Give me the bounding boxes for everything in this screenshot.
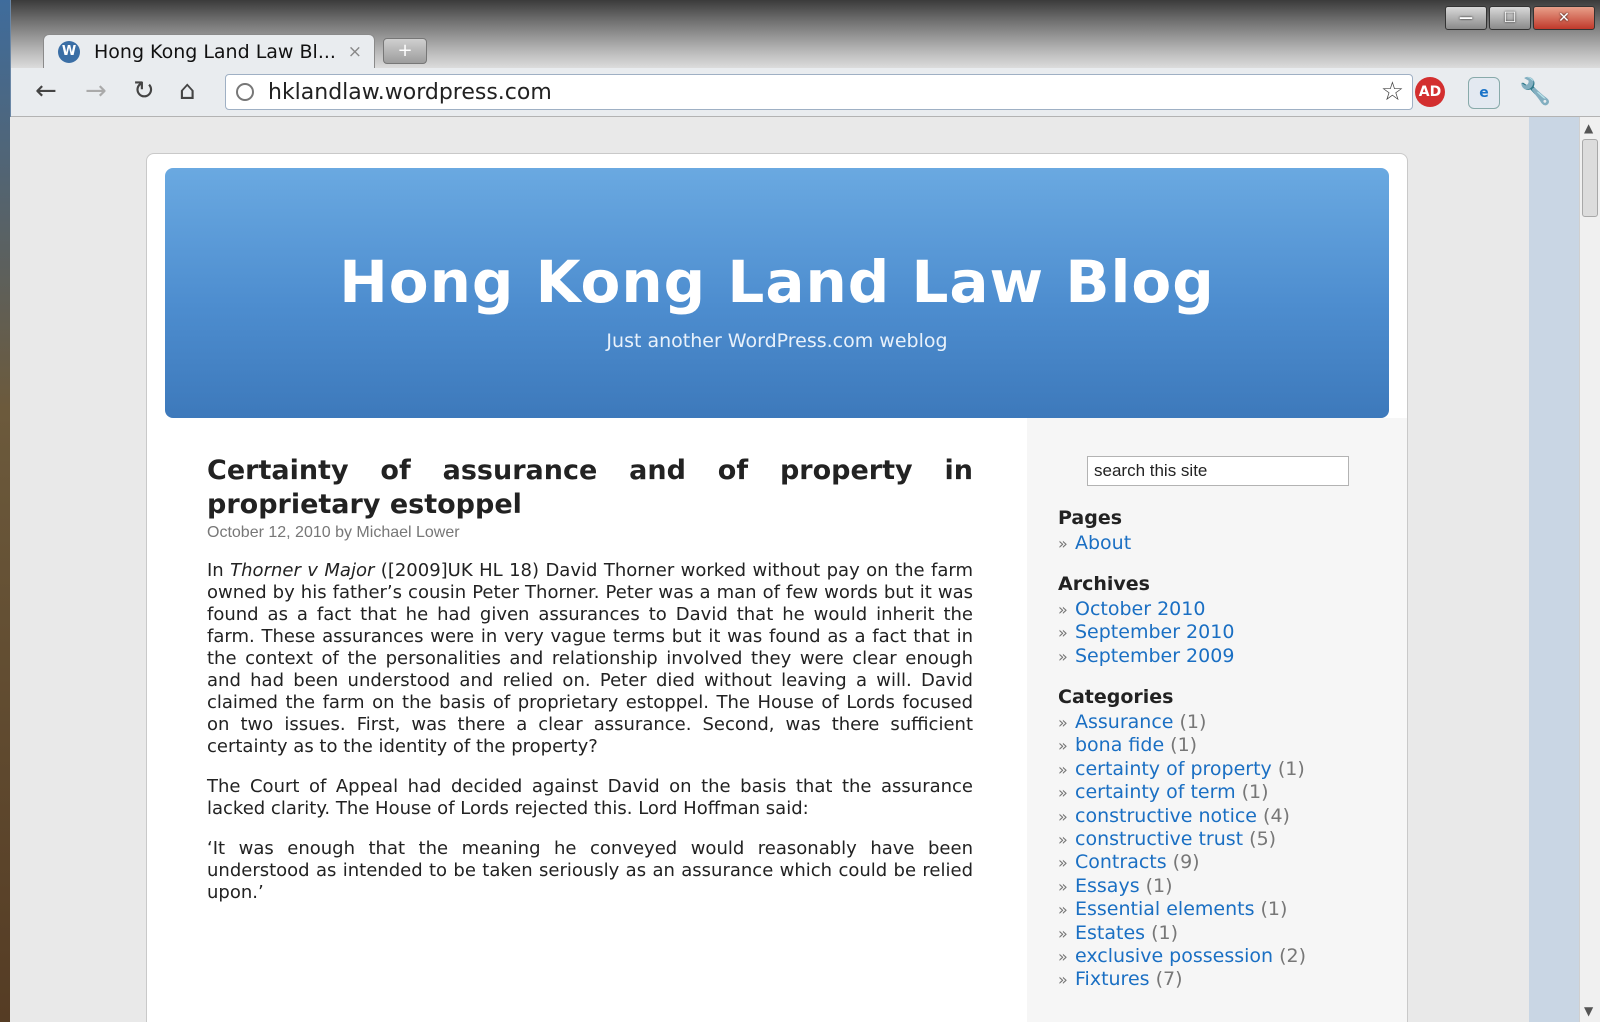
blog-tagline: Just another WordPress.com weblog — [606, 330, 948, 352]
pages-list: About — [1058, 532, 1131, 556]
category-item-link[interactable]: Essential elements — [1075, 898, 1254, 920]
category-item-count: (2) — [1273, 945, 1307, 968]
scroll-down-icon[interactable]: ▼ — [1584, 1004, 1593, 1018]
star-icon[interactable]: ☆ — [1381, 77, 1404, 107]
category-item-link[interactable]: bona fide — [1075, 734, 1164, 756]
category-item-link[interactable]: Fixtures — [1075, 968, 1150, 990]
forward-arrow-icon[interactable]: → — [85, 76, 107, 106]
globe-icon — [236, 83, 254, 101]
category-item-count: (9) — [1166, 851, 1200, 874]
category-item-link[interactable]: Assurance — [1075, 711, 1173, 733]
blog-title[interactable]: Hong Kong Land Law Blog — [165, 248, 1389, 316]
page-item-link[interactable]: About — [1075, 532, 1131, 554]
category-item-count: (7) — [1149, 968, 1183, 991]
category-item-count: (1) — [1254, 898, 1288, 921]
archive-item-link[interactable]: September 2010 — [1075, 621, 1234, 643]
category-item-link[interactable]: Contracts — [1075, 851, 1167, 873]
category-item: Essays (1) — [1058, 874, 1306, 899]
archive-item-link[interactable]: September 2009 — [1075, 645, 1234, 667]
category-item-link[interactable]: constructive notice — [1075, 805, 1257, 827]
category-item: constructive notice (4) — [1058, 804, 1306, 829]
archive-item: September 2009 — [1058, 645, 1234, 669]
archives-heading: Archives — [1058, 573, 1150, 595]
wordpress-icon: W — [58, 41, 80, 63]
post-paragraph-2: The Court of Appeal had decided against … — [207, 776, 973, 819]
sidebar: Pages About Archives October 2010Septemb… — [1027, 418, 1407, 1022]
category-item-link[interactable]: certainty of term — [1075, 781, 1236, 803]
archive-item-link[interactable]: October 2010 — [1075, 598, 1205, 620]
category-item: Contracts (9) — [1058, 851, 1306, 875]
address-bar[interactable]: hklandlaw.wordpress.com ☆ — [225, 74, 1413, 110]
category-item: exclusive possession (2) — [1058, 945, 1307, 969]
category-item-link[interactable]: Estates — [1075, 922, 1145, 944]
category-item-count: (1) — [1139, 874, 1173, 897]
category-item-count: (4) — [1257, 804, 1290, 827]
post-paragraph-3: ‘It was enough that the meaning he conve… — [207, 838, 973, 903]
archives-list: October 2010September 2010September 2009 — [1058, 598, 1234, 669]
category-item-count: (5) — [1243, 828, 1277, 851]
category-item: certainty of term (1) — [1058, 781, 1306, 805]
minimize-button[interactable]: — — [1445, 6, 1487, 30]
pages-heading: Pages — [1058, 507, 1123, 529]
category-item: Estates (1) — [1058, 921, 1306, 946]
close-window-button[interactable]: ✕ — [1533, 6, 1595, 30]
category-item: Essential elements (1) — [1058, 898, 1306, 922]
wrench-icon[interactable]: 🔧 — [1519, 77, 1551, 107]
tab-title: Hong Kong Land Law Bl... — [94, 41, 336, 63]
adblock-icon[interactable]: AD — [1415, 77, 1445, 107]
blog-header: Hong Kong Land Law Blog Just another Wor… — [165, 168, 1389, 418]
category-item-count: (1) — [1173, 711, 1207, 733]
categories-heading: Categories — [1058, 686, 1174, 708]
maximize-button[interactable]: ☐ — [1489, 6, 1531, 30]
tab-close-icon[interactable]: × — [348, 42, 362, 62]
category-item-count: (1) — [1235, 781, 1269, 804]
category-item: certainty of property (1) — [1058, 757, 1306, 782]
tab-active[interactable]: W Hong Kong Land Law Bl... × — [43, 34, 375, 69]
category-item-count: (1) — [1164, 734, 1198, 757]
ie-tab-icon[interactable]: e — [1468, 77, 1500, 109]
category-item: Fixtures (7) — [1058, 968, 1306, 992]
scroll-up-icon[interactable]: ▲ — [1584, 121, 1593, 135]
blog-page: Hong Kong Land Law Blog Just another Wor… — [146, 153, 1408, 1022]
case-name: Thorner v Major — [230, 560, 375, 581]
archive-item: October 2010 — [1058, 598, 1234, 622]
category-item-count: (1) — [1145, 921, 1178, 944]
category-item-link[interactable]: Essays — [1075, 875, 1140, 897]
page-item: About — [1058, 532, 1131, 556]
window-controls: — ☐ ✕ — [1443, 6, 1595, 30]
categories-list: Assurance (1)bona fide (1)certainty of p… — [1058, 711, 1306, 992]
url-text[interactable]: hklandlaw.wordpress.com — [268, 80, 552, 105]
archive-item: September 2010 — [1058, 621, 1234, 645]
category-item-link[interactable]: constructive trust — [1075, 828, 1243, 850]
post-content: Certainty of assurance and of property i… — [207, 454, 973, 904]
post-paragraph-1: In Thorner v Major ([2009]UK HL 18) Davi… — [207, 560, 973, 758]
search-input[interactable] — [1087, 456, 1349, 486]
new-tab-button[interactable]: + — [383, 38, 427, 64]
reload-icon[interactable]: ↻ — [133, 76, 155, 106]
category-item: Assurance (1) — [1058, 711, 1306, 735]
category-item-link[interactable]: certainty of property — [1075, 758, 1272, 780]
vertical-scrollbar[interactable]: ▲ ▼ — [1579, 117, 1600, 1022]
page-viewport: Hong Kong Land Law Blog Just another Wor… — [10, 117, 1529, 1022]
categories-widget: Categories Assurance (1)bona fide (1)cer… — [1058, 685, 1306, 992]
category-item: bona fide (1) — [1058, 734, 1306, 758]
back-arrow-icon[interactable]: ← — [35, 76, 57, 106]
p1-lead: In — [207, 560, 231, 581]
category-item-count: (1) — [1271, 757, 1305, 780]
category-item-link[interactable]: exclusive possession — [1075, 945, 1273, 967]
scroll-thumb[interactable] — [1582, 139, 1598, 217]
home-icon[interactable]: ⌂ — [179, 76, 196, 106]
p1-rest: ([2009]UK HL 18) David Thorner worked wi… — [207, 560, 973, 757]
post-meta: October 12, 2010 by Michael Lower — [207, 524, 460, 541]
post-title[interactable]: Certainty of assurance and of property i… — [207, 454, 973, 522]
browser-toolbar: ← → ↻ ⌂ hklandlaw.wordpress.com ☆ AD e 🔧 — [11, 68, 1600, 117]
archives-widget: Archives October 2010September 2010Septe… — [1058, 572, 1234, 669]
pages-widget: Pages About — [1058, 506, 1131, 556]
title-bar: — ☐ ✕ W Hong Kong Land Law Bl... × + — [11, 0, 1600, 69]
category-item: constructive trust (5) — [1058, 828, 1306, 852]
